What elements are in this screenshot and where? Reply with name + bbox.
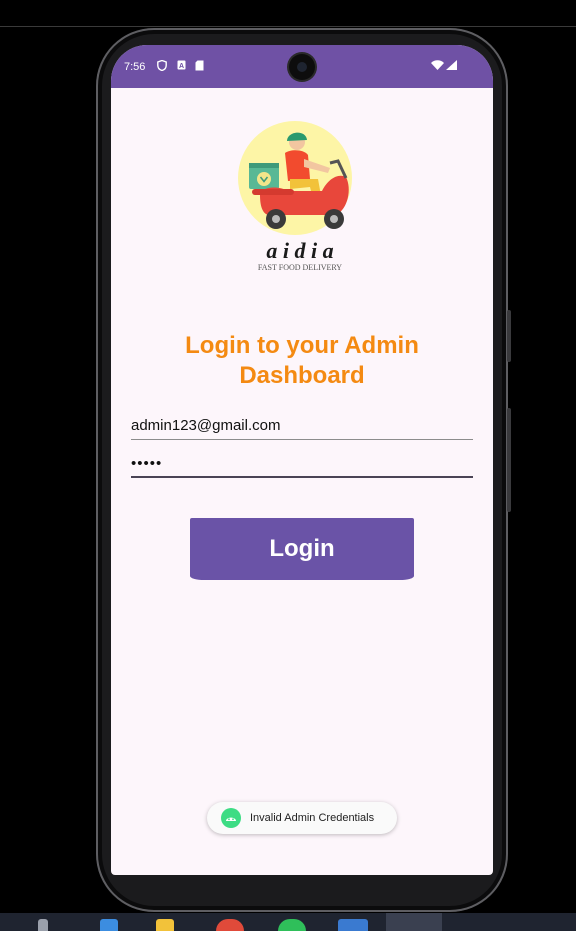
login-title: Login to your Admin Dashboard <box>111 331 493 391</box>
desktop-taskbar <box>0 913 576 931</box>
taskbar-item[interactable] <box>38 919 48 931</box>
shield-icon <box>157 60 167 71</box>
sd-card-icon <box>195 60 204 71</box>
logo-wordmark: a i d i a <box>266 238 333 263</box>
password-field[interactable]: ••••• <box>131 455 473 478</box>
signal-icon <box>446 60 457 70</box>
toast-message: Invalid Admin Credentials <box>207 802 397 834</box>
taskbar-item[interactable] <box>278 919 306 931</box>
volume-button <box>507 310 511 362</box>
login-title-line-2: Dashboard <box>239 362 365 389</box>
taskbar-item[interactable] <box>338 919 368 931</box>
power-button <box>507 408 511 512</box>
taskbar-item[interactable] <box>156 919 174 931</box>
email-field[interactable]: admin123@gmail.com <box>131 417 473 440</box>
status-bar: 7:56 A <box>111 45 493 88</box>
svg-text:A: A <box>179 63 184 70</box>
wifi-icon <box>431 60 444 70</box>
taskbar-item-active[interactable] <box>386 913 442 931</box>
a-icon: A <box>177 60 186 70</box>
android-app-icon <box>221 808 241 828</box>
window-edge-line <box>0 26 576 27</box>
aidia-logo: a i d i a FAST FOOD DELIVERY <box>238 121 352 272</box>
phone-screen: 7:56 A a i d i a FAST FOOD DELIVERY Logi… <box>111 45 493 875</box>
status-time: 7:56 <box>124 61 146 73</box>
taskbar-item[interactable] <box>100 919 118 931</box>
login-button[interactable]: Login <box>190 518 414 580</box>
taskbar-item[interactable] <box>216 919 244 931</box>
logo-tagline: FAST FOOD DELIVERY <box>258 263 342 272</box>
login-title-line-1: Login to your Admin <box>185 332 419 359</box>
toast-text: Invalid Admin Credentials <box>250 812 375 824</box>
front-camera <box>289 54 315 80</box>
